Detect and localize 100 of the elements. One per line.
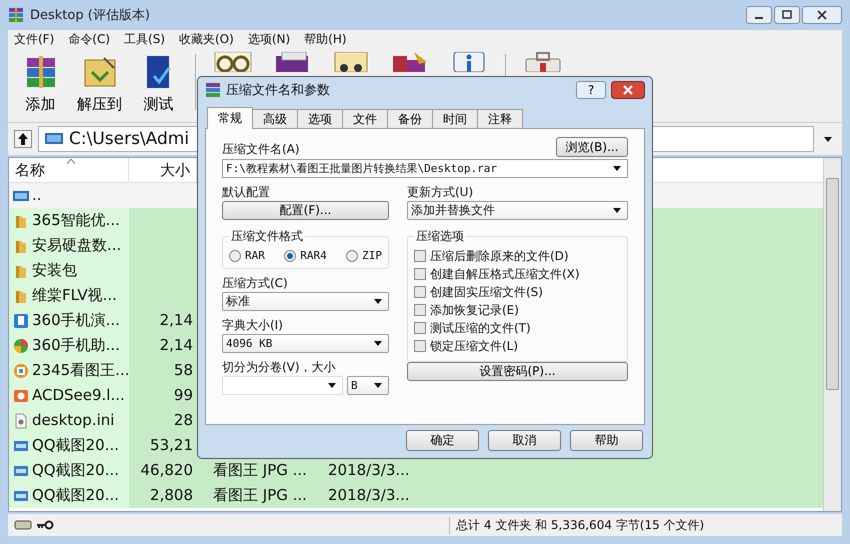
tab[interactable]: 常规: [207, 107, 253, 129]
menu-item[interactable]: 工具(S): [124, 30, 165, 48]
dropdown-arrow-icon[interactable]: [374, 383, 382, 388]
tab[interactable]: 高级: [252, 109, 298, 128]
option-checkbox[interactable]: 锁定压缩文件(L): [414, 337, 621, 355]
option-checkbox[interactable]: 添加恢复记录(E): [414, 301, 621, 319]
file-size-cell: 58: [174, 361, 193, 379]
tab[interactable]: 文件: [342, 109, 388, 128]
format-radio[interactable]: RAR4: [284, 249, 327, 262]
column-header[interactable]: 名称: [9, 158, 129, 182]
checkbox-icon[interactable]: [414, 250, 426, 262]
checkbox-icon[interactable]: [414, 268, 426, 280]
menu-item[interactable]: 文件(F): [14, 30, 54, 48]
dropdown-arrow-icon[interactable]: [374, 299, 382, 304]
menu-item[interactable]: 收藏夹(O): [179, 30, 234, 48]
dropdown-arrow-icon[interactable]: [374, 341, 382, 346]
format-radio[interactable]: ZIP: [346, 249, 382, 262]
dropdown-arrow-icon[interactable]: [824, 136, 832, 142]
option-checkbox[interactable]: 创建自解压格式压缩文件(X): [414, 265, 621, 283]
scrollbar[interactable]: [823, 158, 841, 511]
dialog-title: 压缩文件名和参数: [226, 82, 330, 99]
profile-button[interactable]: 配置(F)...: [222, 201, 389, 220]
help-button[interactable]: ?: [576, 81, 606, 99]
file-name-cell[interactable]: 安装包: [9, 258, 129, 283]
file-size-cell: 2,14: [160, 311, 193, 329]
file-date-cell: 2018/3/3...: [328, 486, 410, 504]
add-tool-button[interactable]: 添加: [12, 52, 69, 114]
tab[interactable]: 注释: [477, 109, 523, 128]
file-type-cell: 看图王 JPG ...: [213, 486, 307, 504]
up-folder-icon[interactable]: [14, 130, 32, 148]
ball-icon: [13, 338, 29, 354]
checkbox-icon[interactable]: [414, 340, 426, 352]
window-title: Desktop (评估版本): [30, 7, 150, 24]
minimize-icon[interactable]: [746, 6, 772, 24]
radio-icon[interactable]: [346, 250, 358, 262]
menu-item[interactable]: 帮助(H): [304, 30, 347, 48]
option-checkbox[interactable]: 创建固实压缩文件(S): [414, 283, 621, 301]
file-size-cell: 53,21: [150, 436, 193, 454]
update-mode-select[interactable]: 添加并替换文件: [407, 201, 628, 220]
maximize-icon[interactable]: [774, 6, 800, 24]
extract-tool-button[interactable]: 解压到: [71, 52, 128, 114]
file-name-cell[interactable]: 360手机演...: [9, 308, 129, 333]
dropdown-arrow-icon[interactable]: [613, 166, 621, 171]
file-name-cell[interactable]: QQ截图20...: [9, 458, 129, 483]
monitor-icon: [45, 132, 63, 146]
option-checkbox[interactable]: 测试压缩的文件(T): [414, 319, 621, 337]
split-unit-select[interactable]: B: [347, 376, 389, 395]
menu-item[interactable]: 命令(C): [68, 30, 110, 48]
field-label: 压缩文件名(A): [222, 141, 300, 157]
dialog-button[interactable]: 取消: [488, 430, 561, 451]
format-radio[interactable]: RAR: [229, 249, 265, 262]
dictionary-select[interactable]: 4096 KB: [222, 334, 389, 353]
file-name-cell[interactable]: 安易硬盘数...: [9, 233, 129, 258]
option-checkbox[interactable]: 压缩后删除原来的文件(D): [414, 247, 621, 265]
file-size-cell: 99: [174, 386, 193, 404]
field-label: 切分为分卷(V)，大小: [222, 359, 337, 375]
field-label: 字典大小(I): [222, 317, 284, 333]
image-viewer-icon: [13, 362, 29, 378]
camera-icon: [13, 388, 29, 404]
file-name-cell[interactable]: ACDSee9.l...: [9, 383, 129, 408]
archive-name-combo[interactable]: F:\教程素材\看图王批量图片转换结果\Desktop.rar: [222, 159, 628, 178]
file-name-cell[interactable]: QQ截图20...: [9, 483, 129, 508]
file-name-cell[interactable]: desktop.ini: [9, 408, 129, 433]
close-icon[interactable]: [802, 6, 842, 24]
checkbox-icon[interactable]: [414, 322, 426, 334]
dialog-button[interactable]: 帮助: [570, 430, 643, 451]
menu-item[interactable]: 选项(N): [248, 30, 290, 48]
tab[interactable]: 备份: [387, 109, 433, 128]
dropdown-arrow-icon[interactable]: [613, 208, 621, 213]
dialog-button[interactable]: 确定: [406, 430, 479, 451]
test-tool-button[interactable]: 测试: [130, 52, 187, 114]
kit-icon: [522, 52, 562, 72]
file-size-cell: 46,820: [140, 461, 193, 479]
file-name-cell[interactable]: 365智能优...: [9, 208, 129, 233]
app-icon: [8, 7, 24, 23]
file-name-cell[interactable]: 360手机助...: [9, 333, 129, 358]
file-name-cell[interactable]: QQ截图20...: [9, 433, 129, 458]
radio-icon[interactable]: [229, 250, 241, 262]
tab[interactable]: 时间: [432, 109, 478, 128]
password-button[interactable]: 设置密码(P)...: [407, 362, 628, 381]
file-size-cell: 2,808: [150, 486, 193, 504]
radio-icon[interactable]: [284, 250, 296, 262]
checkbox-icon[interactable]: [414, 286, 426, 298]
field-label: 更新方式(U): [407, 184, 474, 200]
dropdown-arrow-icon[interactable]: [328, 383, 336, 388]
file-date-cell: 2018/3/3...: [328, 461, 410, 479]
tab[interactable]: 选项: [297, 109, 343, 128]
browse-button[interactable]: 浏览(B)...: [556, 137, 628, 157]
app-icon: [205, 82, 221, 98]
file-name-cell[interactable]: 维棠FLV视...: [9, 283, 129, 308]
close-icon[interactable]: [611, 81, 645, 99]
key-icon: [36, 519, 54, 531]
file-name-cell[interactable]: ..: [9, 183, 129, 208]
glasses-icon: [212, 52, 252, 72]
file-size-cell: 28: [174, 411, 193, 429]
status-summary: 总计 4 文件夹 和 5,336,604 字节(15 个文件): [449, 516, 836, 534]
file-name-cell[interactable]: 2345看图王...: [9, 358, 129, 383]
checkbox-icon[interactable]: [414, 304, 426, 316]
method-select[interactable]: 标准: [222, 292, 389, 311]
field-label: 默认配置: [222, 184, 271, 200]
